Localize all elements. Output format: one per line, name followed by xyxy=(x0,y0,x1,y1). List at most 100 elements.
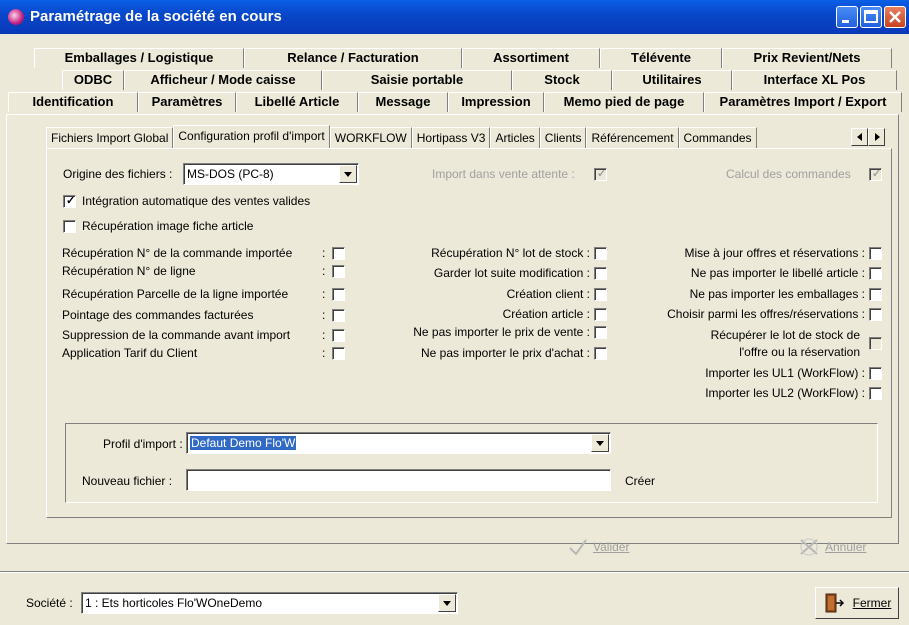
col2-checkbox[interactable] xyxy=(594,267,607,280)
col1-label: Récupération Parcelle de la ligne import… xyxy=(62,287,289,301)
tab-interface-xl-pos[interactable]: Interface XL Pos xyxy=(732,70,897,90)
fermer-button[interactable]: Fermer xyxy=(815,587,899,619)
chevron-down-icon[interactable] xyxy=(591,434,609,452)
window-title: Paramétrage de la société en cours xyxy=(30,8,282,25)
societe-label: Société : xyxy=(26,596,73,610)
tab-saisie-portable[interactable]: Saisie portable xyxy=(322,70,512,90)
col2-checkbox[interactable] xyxy=(594,347,607,360)
title-bar: Paramétrage de la société en cours xyxy=(0,0,909,34)
check-icon xyxy=(569,539,587,556)
colon-label: : xyxy=(322,346,326,360)
tab-identification[interactable]: Identification xyxy=(8,92,138,112)
col1-checkbox[interactable] xyxy=(332,329,345,342)
col3-label: Importer les UL2 (WorkFlow) : xyxy=(705,386,865,400)
tab-stock[interactable]: Stock xyxy=(512,70,612,90)
col3-checkbox[interactable] xyxy=(869,367,882,380)
col3-label: Récupérer le lot de stock de xyxy=(710,328,860,342)
tab-emballages[interactable]: Emballages / Logistique xyxy=(34,48,244,68)
check-icon: ✓ xyxy=(597,168,607,180)
origine-label: Origine des fichiers : xyxy=(63,167,173,181)
tab-assortiment[interactable]: Assortiment xyxy=(462,48,600,68)
col2-label: Garder lot suite modification : xyxy=(433,266,590,280)
col3-label: Importer les UL1 (WorkFlow) : xyxy=(705,366,865,380)
subtab-workflow[interactable]: WORKFLOW xyxy=(329,127,412,149)
sub-tab-strip: Fichiers Import Global Configuration pro… xyxy=(46,125,757,149)
tab-odbc[interactable]: ODBC xyxy=(62,70,124,90)
calcul-commandes-checkbox[interactable]: ✓ xyxy=(869,168,882,181)
tab-message[interactable]: Message xyxy=(358,92,448,112)
col2-checkbox[interactable] xyxy=(594,326,607,339)
col1-checkbox[interactable] xyxy=(332,288,345,301)
creer-button[interactable]: Créer xyxy=(625,474,655,488)
tab-row-2: ODBC Afficheur / Mode caisse Saisie port… xyxy=(62,70,897,90)
col1-checkbox[interactable] xyxy=(332,309,345,322)
origine-value: MS-DOS (PC-8) xyxy=(187,167,274,181)
integration-checkbox[interactable]: ✓ xyxy=(63,195,76,208)
col1-checkbox[interactable] xyxy=(332,265,345,278)
nouveau-fichier-input[interactable] xyxy=(186,469,611,491)
origine-select[interactable]: MS-DOS (PC-8) xyxy=(183,163,359,185)
chevron-down-icon[interactable] xyxy=(438,594,456,612)
subtab-commandes[interactable]: Commandes xyxy=(678,127,757,149)
societe-select[interactable]: 1 : Ets horticoles Flo'WOneDemo xyxy=(81,592,458,614)
recup-image-checkbox[interactable] xyxy=(63,220,76,233)
col1-label: Pointage des commandes facturées xyxy=(62,308,254,322)
tab-prix-revient[interactable]: Prix Revient/Nets xyxy=(722,48,892,68)
maximize-button[interactable] xyxy=(860,6,882,28)
col3-label: Choisir parmi les offres/réservations : xyxy=(667,307,865,321)
colon-label: : xyxy=(322,328,326,342)
colon-label: : xyxy=(322,287,326,301)
col3-label: Ne pas importer les emballages : xyxy=(689,287,865,301)
tab-relance[interactable]: Relance / Facturation xyxy=(244,48,462,68)
subtab-fichiers-import[interactable]: Fichiers Import Global xyxy=(46,127,174,149)
tab-memo-pied[interactable]: Memo pied de page xyxy=(544,92,704,112)
subtab-referencement[interactable]: Référencement xyxy=(586,127,679,149)
tab-row-1: Emballages / Logistique Relance / Factur… xyxy=(34,48,892,68)
chevron-down-icon[interactable] xyxy=(339,165,357,183)
subtab-articles[interactable]: Articles xyxy=(490,127,540,149)
col2-checkbox[interactable] xyxy=(594,247,607,260)
col3-checkbox[interactable] xyxy=(869,288,882,301)
tab-parametres-import-export[interactable]: Paramètres Import / Export xyxy=(704,92,902,112)
col2-checkbox[interactable] xyxy=(594,288,607,301)
col3-checkbox[interactable] xyxy=(869,267,882,280)
col3-checkbox[interactable] xyxy=(869,308,882,321)
close-button[interactable] xyxy=(884,6,906,28)
tab-utilitaires[interactable]: Utilitaires xyxy=(612,70,732,90)
colon-label: : xyxy=(322,246,326,260)
subtab-configuration-profil[interactable]: Configuration profil d'import xyxy=(173,125,330,149)
col3-checkbox[interactable] xyxy=(869,387,882,400)
tab-impression[interactable]: Impression xyxy=(448,92,544,112)
annuler-label: Annuler xyxy=(825,540,867,554)
calcul-commandes-label: Calcul des commandes xyxy=(726,167,851,181)
col3-label: Mise à jour offres et réservations : xyxy=(684,246,865,260)
minimize-button[interactable] xyxy=(836,6,858,28)
col1-checkbox[interactable] xyxy=(332,247,345,260)
subtab-clients[interactable]: Clients xyxy=(539,127,587,149)
tab-libelle-article[interactable]: Libellé Article xyxy=(236,92,358,112)
col2-label: Ne pas importer le prix de vente : xyxy=(413,325,590,339)
import-vente-label: Import dans vente attente : xyxy=(432,167,575,181)
subtab-hortipass[interactable]: Hortipass V3 xyxy=(411,127,491,149)
col3-checkbox[interactable] xyxy=(869,247,882,260)
colon-label: : xyxy=(322,308,326,322)
col1-label: Application Tarif du Client xyxy=(62,346,198,360)
tab-scroll-arrows xyxy=(851,128,885,146)
col3-checkbox[interactable] xyxy=(869,337,882,350)
annuler-button[interactable]: Annuler xyxy=(797,536,866,558)
col2-label: Ne pas importer le prix d'achat : xyxy=(420,346,590,360)
profil-select[interactable]: Defaut Demo Flo'W xyxy=(186,432,611,454)
tab-afficheur[interactable]: Afficheur / Mode caisse xyxy=(124,70,322,90)
footer-separator xyxy=(0,571,909,573)
tab-parametres[interactable]: Paramètres xyxy=(138,92,236,112)
tab-televente[interactable]: Télévente xyxy=(600,48,722,68)
valider-button[interactable]: Valider xyxy=(567,536,629,558)
tab-scroll-left-icon[interactable] xyxy=(851,128,868,146)
tab-scroll-right-icon[interactable] xyxy=(868,128,885,146)
valider-label: Valider xyxy=(593,540,630,554)
tab-row-3: Identification Paramètres Libellé Articl… xyxy=(8,92,902,112)
col1-checkbox[interactable] xyxy=(332,347,345,360)
import-vente-checkbox[interactable]: ✓ xyxy=(594,168,607,181)
check-icon: ✓ xyxy=(66,195,76,207)
col2-label: Création article : xyxy=(502,307,590,321)
